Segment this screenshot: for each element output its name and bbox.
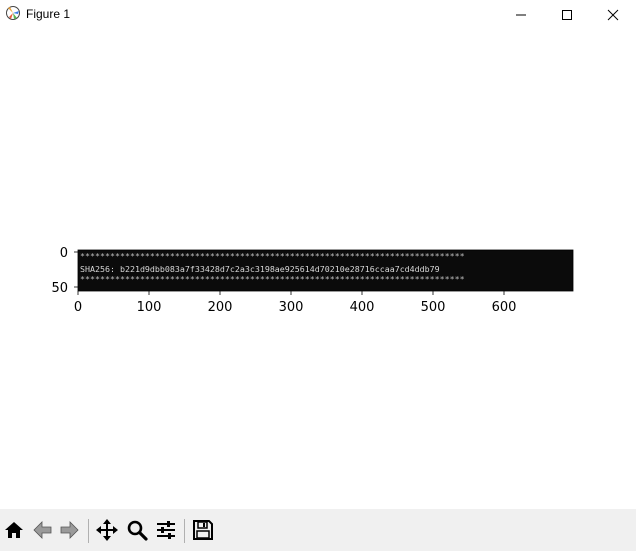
home-button[interactable] (0, 516, 28, 544)
image-bottom-border: ****************************************… (80, 274, 465, 284)
x-tick-label: 0 (74, 300, 82, 315)
configure-subplots-button[interactable] (152, 516, 180, 544)
x-tick-label: 600 (492, 300, 517, 315)
back-icon (33, 521, 52, 539)
home-icon (5, 522, 23, 538)
x-tick-label: 500 (421, 300, 446, 315)
back-button[interactable] (28, 516, 56, 544)
forward-icon (60, 521, 79, 539)
maximize-button[interactable] (544, 0, 590, 29)
x-tick-label: 400 (350, 300, 375, 315)
window-title: Figure 1 (26, 7, 71, 21)
matplotlib-app-icon (5, 5, 21, 21)
x-tick-label: 200 (208, 300, 233, 315)
zoom-button[interactable] (123, 516, 151, 544)
pan-button[interactable] (93, 516, 121, 544)
close-icon (607, 9, 619, 20)
forward-button[interactable] (56, 516, 84, 544)
maximize-icon (562, 9, 572, 20)
close-button[interactable] (590, 0, 636, 29)
save-button[interactable] (189, 516, 217, 544)
image-top-border: ****************************************… (80, 251, 465, 261)
save-icon (193, 520, 213, 540)
configure-subplots-icon (157, 521, 175, 539)
image-hash-line: SHA256: b221d9dbb083a7f33428d7c2a3c3198a… (80, 264, 440, 274)
title-bar: Figure 1 (0, 0, 636, 29)
pan-icon (96, 519, 118, 541)
toolbar-separator (184, 519, 185, 543)
navigation-toolbar (0, 509, 636, 551)
y-tick-label: 0 (60, 246, 68, 261)
image-axes: ****************************************… (51, 246, 574, 315)
minimize-icon (516, 14, 526, 15)
zoom-icon (127, 520, 148, 541)
toolbar-separator (88, 519, 89, 543)
x-tick-label: 100 (137, 300, 162, 315)
x-tick-label: 300 (279, 300, 304, 315)
minimize-button[interactable] (498, 0, 544, 29)
figure-canvas[interactable]: ****************************************… (0, 29, 636, 509)
y-tick-label: 50 (51, 281, 68, 296)
